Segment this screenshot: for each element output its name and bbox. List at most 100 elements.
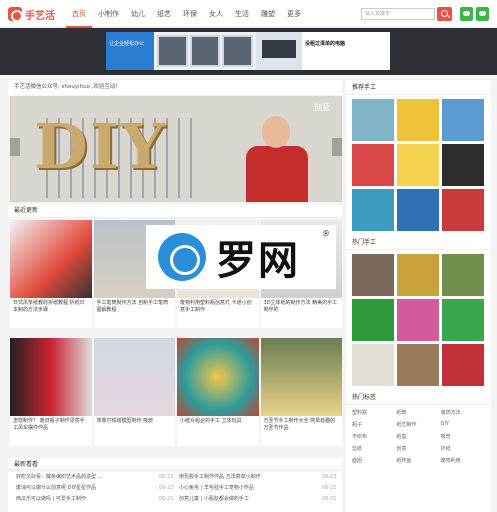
- card[interactable]: 怎样制作？ 废旧瓶子制作漂亮手工风车摆件作品: [10, 338, 92, 446]
- tag[interactable]: DIY: [441, 421, 485, 428]
- card-caption: 怎样制作？ 废旧瓶子制作漂亮手工风车摆件作品: [13, 418, 85, 431]
- tag[interactable]: 创意: [396, 445, 440, 452]
- list-date: 06-23: [159, 474, 174, 480]
- tile[interactable]: [352, 254, 394, 296]
- ad-right: 没租过清单的电脑: [256, 32, 390, 70]
- tile[interactable]: [442, 99, 484, 141]
- card[interactable]: 万圣节手工制作大全 简单有趣的万圣节作品: [260, 338, 342, 446]
- tile[interactable]: [442, 254, 484, 296]
- card[interactable]: 日式风筝纸教的折纸教程 折纸日本制的方法步骤: [10, 220, 92, 328]
- weibo-icon[interactable]: [476, 7, 489, 21]
- tag[interactable]: 剪纸: [352, 445, 396, 452]
- card-caption: 废物利用塑料瓶创意灯 卡通小创意手工制作: [180, 300, 252, 313]
- card-caption: 手工笔筒制作方法 自制手工笔筒图解教程: [96, 300, 169, 313]
- nav-eco[interactable]: 环保: [177, 0, 203, 28]
- wechat-icon[interactable]: [460, 7, 473, 21]
- tile[interactable]: [442, 189, 484, 231]
- card-caption: 小纸片组合的手工 立体玩具: [180, 418, 242, 424]
- tile[interactable]: [397, 299, 439, 341]
- list-title: 废油可以做什么创意呢 DIY星星作品: [16, 485, 96, 491]
- tag[interactable]: 瓶子: [352, 421, 396, 428]
- tag[interactable]: 面团: [352, 457, 396, 464]
- tag[interactable]: 废物利用: [441, 457, 485, 464]
- nav-small-craft[interactable]: 小制作: [92, 0, 125, 28]
- laptop-image: [256, 32, 302, 70]
- hero-banner[interactable]: DIY 创意: [10, 96, 342, 202]
- nav-kids[interactable]: 幼儿: [125, 0, 151, 28]
- sidebar-rec-heading: 推荐手工: [346, 80, 491, 95]
- tile[interactable]: [442, 344, 484, 386]
- card[interactable]: 小纸片组合的手工 立体玩具: [177, 338, 259, 446]
- card-image: [177, 338, 259, 416]
- list-item[interactable]: 好吃又好看：藤条编织艺术品的造型 ... 06-23 用乳胶手工制作作品 方法简单小…: [8, 472, 342, 483]
- banner-tag: 创意: [314, 103, 330, 112]
- logo-text: 手艺活: [25, 10, 55, 22]
- tile[interactable]: [397, 189, 439, 231]
- tag[interactable]: 纸筒: [396, 409, 440, 416]
- main-column: 手艺活微信公众号: shouyihuo ,欢迎互动！ DIY 创意 最近更新 日…: [8, 80, 342, 512]
- tag[interactable]: 装饰方法: [441, 409, 485, 416]
- tag-cloud: 塑料瓶 纸筒 装饰方法 瓶子 纸艺制作 DIY 不织布 纸盒 吸管 剪纸 创意 …: [346, 405, 491, 468]
- logo-icon: [8, 7, 23, 22]
- nav-women[interactable]: 女人: [203, 0, 229, 28]
- tag[interactable]: 不织布: [352, 433, 396, 440]
- nav-life[interactable]: 生活: [229, 0, 255, 28]
- tag[interactable]: 纸杯画: [396, 457, 440, 464]
- nav-sculpture[interactable]: 雕塑: [255, 0, 281, 28]
- watermark-logo-icon: [158, 233, 206, 281]
- notice-bar: 手艺活微信公众号: shouyihuo ,欢迎互动！: [8, 80, 342, 95]
- list-item[interactable]: 西瓜乐可以做吗 | 可爱手工制作 06-21 创意儿童 | 小朋友都会做的手工 06-…: [8, 494, 342, 505]
- next-arrow-icon[interactable]: [332, 138, 342, 156]
- card-caption: 万圣节手工制作大全 简单有趣的万圣节作品: [263, 418, 336, 431]
- watermark: 罗网 ®: [146, 225, 336, 289]
- hot-tiles: [346, 250, 491, 390]
- tag[interactable]: 纸艺制作: [396, 421, 440, 428]
- search-icon[interactable]: [437, 7, 452, 21]
- tile[interactable]: [352, 299, 394, 341]
- tile[interactable]: [352, 189, 394, 231]
- ad-right-text: 没租过清单的电脑: [305, 41, 346, 47]
- nav-paper[interactable]: 纸艺: [151, 0, 177, 28]
- list-date: 06-22: [322, 485, 337, 491]
- tile[interactable]: [397, 99, 439, 141]
- tag[interactable]: 折纸: [441, 445, 485, 452]
- card-image: [10, 338, 92, 416]
- card-image: [93, 338, 175, 416]
- card-image: [260, 338, 342, 416]
- nav-more[interactable]: 更多: [281, 0, 307, 28]
- nav-home[interactable]: 首页: [66, 0, 92, 28]
- main-nav: 首页 小制作 幼儿 纸艺 环保 女人 生活 雕塑 更多: [66, 0, 307, 28]
- tile[interactable]: [397, 344, 439, 386]
- ad-banner[interactable]: 让企业轻松办公 没租过清单的电脑: [106, 32, 390, 70]
- top-bar: 手艺活 首页 小制作 幼儿 纸艺 环保 女人 生活 雕塑 更多 输入关键字: [0, 0, 497, 28]
- tag[interactable]: 塑料瓶: [352, 409, 396, 416]
- card[interactable]: 埃菲尔铁塔模型制作 吸管: [93, 338, 175, 446]
- list-date: 06-21: [322, 496, 337, 502]
- tile[interactable]: [352, 99, 394, 141]
- tile[interactable]: [352, 144, 394, 186]
- recommend-heading: 最新看看: [8, 458, 342, 470]
- tile[interactable]: [397, 144, 439, 186]
- list-date: 06-23: [322, 474, 337, 480]
- sidebar: 推荐手工 热门手工 热门标签 塑料瓶 纸筒 装饰方法 瓶子 纸艺制作 DIY 不…: [346, 80, 491, 512]
- list-date: 06-22: [159, 485, 174, 491]
- banner-person: [242, 116, 312, 202]
- sidebar-hot-heading: 热门手工: [346, 235, 491, 250]
- ad-screens: [154, 32, 256, 70]
- banner-title: DIY: [34, 110, 168, 183]
- tile[interactable]: [442, 299, 484, 341]
- article-list: 好吃又好看：藤条编织艺术品的造型 ... 06-23 用乳胶手工制作作品 方法简单小…: [8, 472, 342, 512]
- tag[interactable]: 吸管: [441, 433, 485, 440]
- logo[interactable]: 手艺活: [8, 6, 55, 22]
- tile[interactable]: [352, 344, 394, 386]
- tile[interactable]: [397, 254, 439, 296]
- tag[interactable]: 纸盒: [396, 433, 440, 440]
- list-item[interactable]: 废油可以做什么创意呢 DIY星星作品 06-22 小心兔毛 | 羊毛毡手工宠物小作品…: [8, 483, 342, 494]
- list-title: 好吃又好看：藤条编织艺术品的造型 ...: [16, 474, 103, 480]
- tile[interactable]: [442, 144, 484, 186]
- latest-grid-row2: 怎样制作？ 废旧瓶子制作漂亮手工风车摆件作品 埃菲尔铁塔模型制作 吸管 小纸片组…: [10, 338, 342, 446]
- list-date: 06-21: [159, 496, 174, 502]
- prev-arrow-icon[interactable]: [10, 138, 20, 156]
- list-title: 西瓜乐可以做吗 | 可爱手工制作: [16, 496, 86, 502]
- search-input[interactable]: 输入关键字: [361, 8, 435, 20]
